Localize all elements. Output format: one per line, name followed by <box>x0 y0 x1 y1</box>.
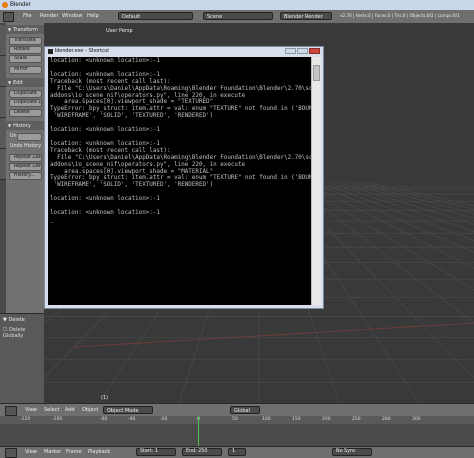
timeline-ruler[interactable]: -120 -100 -60 -40 -20 0 50 100 150 200 2… <box>0 416 474 424</box>
tick-label: -120 <box>20 417 31 422</box>
tick-label: 300 <box>412 417 421 422</box>
maximize-button[interactable] <box>297 48 308 54</box>
timeline-header: View Marker Frame Playback Start: 1 End:… <box>0 446 474 458</box>
rotate-button[interactable]: Rotate <box>9 46 42 54</box>
scene-selector[interactable]: Scene <box>203 12 273 20</box>
delete-button[interactable]: Delete <box>9 109 42 117</box>
edit-panel-header[interactable]: ▼ Edit <box>6 78 44 87</box>
editor-type-icon[interactable] <box>3 12 14 22</box>
tick-label: -20 <box>160 417 168 422</box>
render-engine-selector[interactable]: Blender Render <box>280 12 332 20</box>
menu-view[interactable]: View <box>25 407 37 413</box>
frame-label: (1) <box>101 395 109 401</box>
x-axis-line <box>73 322 474 348</box>
menu-add[interactable]: Add <box>65 407 75 413</box>
menu-help[interactable]: Help <box>87 13 99 19</box>
operator-panel: ▼ Delete ☐ Delete Globally <box>0 313 44 404</box>
console-icon <box>48 49 53 54</box>
end-frame-field[interactable]: End: 250 <box>182 448 222 456</box>
transform-panel-header[interactable]: ▼ Transform <box>6 25 44 34</box>
window-title-bar[interactable]: Blender <box>0 0 474 10</box>
undo-button[interactable] <box>17 133 42 141</box>
mirror-button[interactable]: Mirror <box>9 66 42 74</box>
view3d-header: View Select Add Object Object Mode Globa… <box>0 403 474 417</box>
console-scrollbar[interactable] <box>311 57 321 305</box>
current-frame-line[interactable] <box>198 416 199 447</box>
duplicate-linked-button[interactable]: Duplicate Linked <box>9 99 42 107</box>
console-text: location: <unknown location>:-1 location… <box>50 58 311 223</box>
info-header: File Render Window Help Default Scene Bl… <box>0 10 474 24</box>
viewport-label: User Persp <box>106 28 133 34</box>
mode-selector[interactable]: Object Mode <box>103 406 153 414</box>
tick-label: -40 <box>128 417 136 422</box>
start-frame-field[interactable]: Start: 1 <box>136 448 176 456</box>
menu-frame[interactable]: Frame <box>66 449 82 455</box>
close-button[interactable] <box>309 48 320 54</box>
console-window: blender.exe - Shortcut location: <unknow… <box>44 46 324 309</box>
menu-playback[interactable]: Playback <box>88 449 110 455</box>
repeat-last-button-2[interactable]: Repeat Last <box>9 163 42 171</box>
repeat-last-button[interactable]: Repeat Last <box>9 154 42 162</box>
collapse-triangle-icon: ▼ <box>8 27 12 32</box>
console-title-bar[interactable]: blender.exe - Shortcut <box>45 47 323 56</box>
delete-globally-checkbox[interactable]: ☐ Delete Globally <box>3 327 44 339</box>
operator-panel-title[interactable]: ▼ Delete <box>3 317 25 323</box>
menu-file[interactable]: File <box>23 13 32 19</box>
timeline[interactable]: -120 -100 -60 -40 -20 0 50 100 150 200 2… <box>0 416 474 447</box>
menu-render[interactable]: Render <box>40 13 58 19</box>
blender-logo-icon <box>2 2 8 8</box>
collapse-triangle-icon: ▼ <box>8 80 12 85</box>
layout-selector[interactable]: Default <box>118 12 193 20</box>
console-output[interactable]: location: <unknown location>:-1 location… <box>48 57 311 305</box>
minimize-button[interactable] <box>285 48 296 54</box>
menu-window[interactable]: Window <box>62 13 82 19</box>
window-title: Blender <box>10 2 31 8</box>
scene-stats: v2.70 | Verts:0 | Faces:0 | Tris:0 | Obj… <box>340 13 460 18</box>
tick-label: -100 <box>52 417 63 422</box>
tick-label: 150 <box>292 417 301 422</box>
editor-type-icon[interactable] <box>5 406 17 416</box>
console-title: blender.exe - Shortcut <box>55 48 109 54</box>
tick-label: -60 <box>100 417 108 422</box>
tick-label: 280 <box>382 417 391 422</box>
menu-select[interactable]: Select <box>44 407 59 413</box>
collapse-triangle-icon: ▼ <box>8 123 12 128</box>
translate-button[interactable]: Translate <box>9 37 42 45</box>
menu-view[interactable]: View <box>25 449 37 455</box>
undo-history-label[interactable]: Undo History <box>10 144 41 149</box>
menu-object[interactable]: Object <box>82 407 98 413</box>
tick-label: 200 <box>322 417 331 422</box>
sync-selector[interactable]: No Sync <box>332 448 372 456</box>
tick-label: 100 <box>262 417 271 422</box>
tick-label: 250 <box>352 417 361 422</box>
menu-marker[interactable]: Marker <box>44 449 61 455</box>
scrollbar-thumb[interactable] <box>313 65 320 81</box>
tick-label: 50 <box>232 417 238 422</box>
history-panel-header[interactable]: ▼ History <box>6 121 44 130</box>
current-frame-field[interactable]: 1 <box>228 448 246 456</box>
duplicate-button[interactable]: Duplicate <box>9 90 42 98</box>
scale-button[interactable]: Scale <box>9 55 42 63</box>
history-button[interactable]: History... <box>9 172 42 180</box>
transform-orientation-selector[interactable]: Global <box>230 406 260 414</box>
